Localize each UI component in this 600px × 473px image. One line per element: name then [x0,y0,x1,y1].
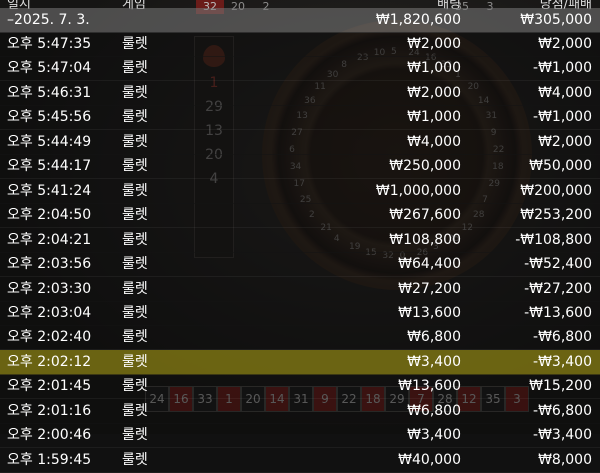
table-row[interactable]: 오후 5:45:56 룰렛 ₩1,000 -₩1,000 [0,105,600,131]
table-row[interactable]: 오후 5:46:31 룰렛 ₩2,000 ₩4,000 [0,80,600,106]
row-bet: ₩1,000 [407,109,461,126]
row-bet: ₩40,000 [398,451,461,468]
summary-bet-total: ₩1,820,600 [375,12,461,28]
row-bet: ₩6,800 [407,329,461,346]
row-result: ₩50,000 [529,158,592,175]
summary-result-total: ₩305,000 [520,12,592,28]
row-result: -₩6,800 [533,402,592,419]
row-bet: ₩1,000,000 [375,182,461,199]
row-time: 오후 2:00:46 [7,427,92,444]
row-result: -₩1,000 [533,60,592,77]
row-result: -₩108,800 [515,231,592,248]
row-time: 오후 2:02:40 [7,329,92,346]
row-game: 룰렛 [122,329,148,346]
row-bet: ₩2,000 [407,36,461,52]
row-bet: ₩3,400 [407,427,461,444]
row-result: ₩15,200 [529,378,592,395]
table-row[interactable]: 오후 2:03:56 룰렛 ₩64,400 -₩52,400 [0,252,600,278]
row-time: 오후 5:44:49 [7,133,92,150]
row-game: 룰렛 [122,427,148,444]
row-result: -₩1,000 [533,109,592,126]
row-game: 룰렛 [122,207,148,224]
row-result: -₩3,400 [533,353,592,370]
row-bet: ₩13,600 [398,378,461,395]
row-time: 오후 5:47:04 [7,60,92,77]
row-bet: ₩2,000 [407,84,461,101]
row-game: 룰렛 [122,304,148,321]
table-row[interactable]: 오후 2:02:40 룰렛 ₩6,800 -₩6,800 [0,325,600,351]
row-time: 오후 5:45:56 [7,109,92,126]
row-result: ₩2,000 [538,133,592,150]
row-result: -₩13,600 [524,304,592,321]
row-result: ₩4,000 [538,84,592,101]
row-game: 룰렛 [122,378,148,395]
row-result: -₩52,400 [524,256,592,273]
row-game: 룰렛 [122,280,148,297]
row-time: 오후 2:03:30 [7,280,92,297]
row-bet: ₩6,800 [407,402,461,419]
row-result: -₩3,400 [533,427,592,444]
table-row[interactable]: 오후 2:04:50 룰렛 ₩267,600 ₩253,200 [0,203,600,229]
table-row[interactable]: 오후 5:44:17 룰렛 ₩250,000 ₩50,000 [0,154,600,180]
table-header: 일시 게임 배팅 당첨/패배 [0,0,600,12]
row-result: -₩6,800 [533,329,592,346]
row-bet: ₩250,000 [389,158,461,175]
row-bet: ₩3,400 [407,353,461,370]
row-bet: ₩13,600 [398,304,461,321]
table-row[interactable]: 오후 5:47:04 룰렛 ₩1,000 -₩1,000 [0,56,600,82]
date-summary-row[interactable]: –2025. 7. 3. ₩1,820,600 ₩305,000 [0,8,600,33]
row-time: 오후 5:46:31 [7,84,92,101]
row-time: 오후 2:03:04 [7,304,92,321]
row-time: 오후 2:01:16 [7,402,92,419]
row-result: ₩8,000 [538,451,592,468]
row-time: 오후 2:04:21 [7,231,92,248]
row-bet: ₩27,200 [398,280,461,297]
row-bet: ₩267,600 [389,207,461,224]
table-row[interactable]: 오후 2:03:30 룰렛 ₩27,200 -₩27,200 [0,276,600,302]
table-row[interactable]: 오후 5:41:24 룰렛 ₩1,000,000 ₩200,000 [0,178,600,204]
table-row[interactable]: 오후 2:01:45 룰렛 ₩13,600 ₩15,200 [0,374,600,400]
row-bet: ₩1,000 [407,60,461,77]
row-time: 오후 5:41:24 [7,182,92,199]
table-row[interactable]: 오후 2:03:04 룰렛 ₩13,600 -₩13,600 [0,300,600,326]
row-game: 룰렛 [122,109,148,126]
row-time: 오후 1:59:45 [7,451,92,468]
row-result: ₩253,200 [520,207,592,224]
row-game: 룰렛 [122,256,148,273]
row-game: 룰렛 [122,182,148,199]
table-row[interactable]: 오후 5:47:35 룰렛 ₩2,000 ₩2,000 [0,32,600,57]
row-time: 오후 5:44:17 [7,158,92,175]
row-game: 룰렛 [122,231,148,248]
bet-history-table[interactable]: 일시 게임 배팅 당첨/패배 –2025. 7. 3. ₩1,820,600 ₩… [0,0,600,473]
row-time: 오후 2:02:12 [7,353,92,370]
row-time: 오후 2:04:50 [7,207,92,224]
row-time: 오후 2:01:45 [7,378,92,395]
table-row[interactable]: 오후 5:44:49 룰렛 ₩4,000 ₩2,000 [0,129,600,155]
row-game: 룰렛 [122,133,148,150]
table-row[interactable]: 오후 2:02:12 룰렛 ₩3,400 -₩3,400 [0,349,600,375]
row-game: 룰렛 [122,158,148,175]
row-game: 룰렛 [122,353,148,370]
row-game: 룰렛 [122,451,148,468]
table-row[interactable]: 오후 1:59:45 룰렛 ₩40,000 ₩8,000 [0,447,600,473]
row-result: ₩200,000 [520,182,592,199]
row-time: 오후 5:47:35 [7,36,92,52]
table-row[interactable]: 오후 2:01:16 룰렛 ₩6,800 -₩6,800 [0,398,600,424]
row-bet: ₩64,400 [398,256,461,273]
table-row[interactable]: 오후 2:00:46 룰렛 ₩3,400 -₩3,400 [0,423,600,449]
summary-date: –2025. 7. 3. [7,12,90,28]
row-game: 룰렛 [122,36,148,52]
row-bet: ₩4,000 [407,133,461,150]
row-bet: ₩108,800 [389,231,461,248]
row-game: 룰렛 [122,84,148,101]
row-game: 룰렛 [122,402,148,419]
table-row[interactable]: 오후 2:04:21 룰렛 ₩108,800 -₩108,800 [0,227,600,253]
row-time: 오후 2:03:56 [7,256,92,273]
row-result: -₩27,200 [524,280,592,297]
row-result: ₩2,000 [538,36,592,52]
row-game: 룰렛 [122,60,148,77]
